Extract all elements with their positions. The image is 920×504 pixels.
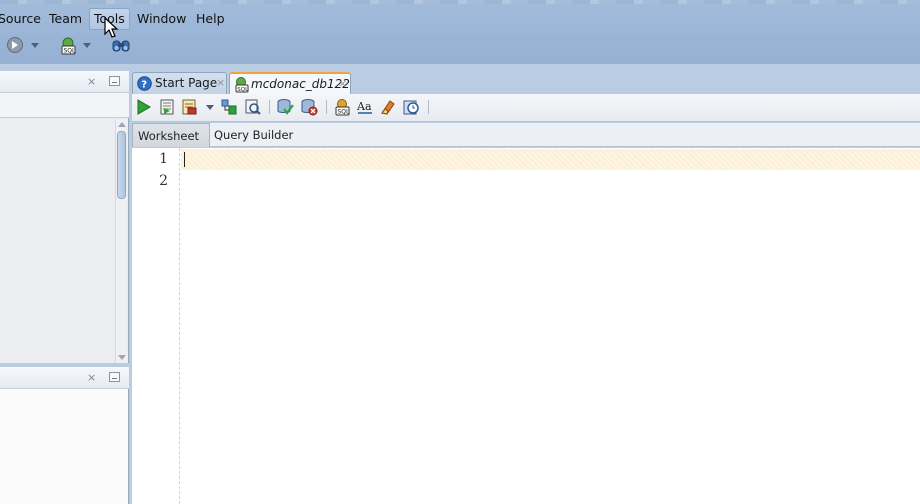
current-line-highlight: [181, 149, 920, 170]
toolbar-separator: [326, 100, 327, 114]
worksheet-subtabs: Worksheet Query Builder: [132, 123, 920, 147]
line-number: 2: [159, 173, 168, 189]
tab-close-icon[interactable]: ×: [216, 76, 225, 89]
tab-query-builder[interactable]: Query Builder: [209, 123, 298, 147]
connections-panel: ×: [0, 71, 129, 363]
sql-dropdown-arrow-icon[interactable]: [83, 43, 91, 48]
unshared-sql-icon[interactable]: SQL: [333, 98, 351, 116]
toolbar-separator: [269, 100, 270, 114]
forward-nav-icon[interactable]: [6, 36, 24, 54]
panel-scrollbar[interactable]: [115, 119, 127, 363]
scrollbar-thumb[interactable]: [117, 131, 126, 199]
panel-minimize-icon[interactable]: [109, 76, 120, 86]
forward-dropdown-arrow-icon[interactable]: [31, 43, 39, 48]
document-tab-strip: ? Start Page × SQL mcdonac_db122 ×: [131, 70, 920, 94]
format-case-icon[interactable]: Aa: [356, 98, 374, 116]
tab-label: Start Page: [155, 76, 218, 90]
menu-source[interactable]: Source: [0, 8, 45, 30]
panel-minimize-icon[interactable]: [109, 372, 120, 382]
reports-panel: ×: [0, 367, 129, 504]
svg-text:?: ?: [141, 80, 147, 91]
autotrace-icon[interactable]: [181, 98, 199, 116]
svg-text:SQL: SQL: [338, 109, 351, 116]
run-statement-icon[interactable]: [136, 98, 152, 116]
autotrace-dropdown-arrow-icon[interactable]: [206, 105, 214, 110]
search-binoculars-icon[interactable]: [112, 37, 130, 53]
sql-worksheet-icon[interactable]: SQL: [58, 36, 78, 56]
main-window-header: Source Team Tools Window Help SQL: [0, 0, 920, 64]
svg-text:Aa: Aa: [356, 100, 372, 113]
toolbar-separator: [428, 100, 429, 114]
help-icon: ?: [137, 76, 152, 91]
clear-icon[interactable]: [379, 98, 397, 116]
menu-team[interactable]: Team: [45, 8, 86, 30]
line-number-gutter: 1 2: [132, 148, 180, 504]
tab-start-page[interactable]: ? Start Page ×: [132, 72, 227, 94]
rollback-icon[interactable]: [300, 98, 318, 116]
gutter-divider: [179, 148, 180, 504]
line-number: 1: [159, 151, 168, 167]
tab-mcdonac-db122[interactable]: SQL mcdonac_db122 ×: [229, 72, 351, 94]
text-caret: [184, 152, 185, 167]
sql-tuning-icon[interactable]: [244, 98, 262, 116]
panel-toolbar: [0, 93, 129, 118]
mouse-cursor-icon: [104, 17, 119, 38]
panel-header: ×: [0, 71, 129, 93]
title-bar-strip: [0, 0, 920, 4]
worksheet-toolbar: SQL Aa: [132, 94, 920, 122]
tab-label: mcdonac_db122: [251, 77, 350, 91]
scroll-up-arrow-icon[interactable]: [118, 122, 126, 127]
run-script-icon[interactable]: [159, 98, 175, 116]
panel-close-icon[interactable]: ×: [87, 371, 96, 384]
sql-connection-icon: SQL: [235, 77, 249, 93]
menu-window[interactable]: Window: [133, 8, 190, 30]
menu-bar: Source Team Tools Window Help: [0, 6, 920, 30]
tab-worksheet[interactable]: Worksheet: [132, 123, 210, 147]
history-icon[interactable]: [402, 98, 420, 116]
scroll-down-arrow-icon[interactable]: [118, 355, 126, 360]
sql-editor[interactable]: 1 2: [132, 148, 920, 504]
panel-header: ×: [0, 367, 129, 389]
menu-help[interactable]: Help: [192, 8, 229, 30]
explain-plan-icon[interactable]: [220, 98, 238, 116]
tab-close-icon[interactable]: ×: [338, 77, 347, 90]
svg-text:SQL: SQL: [64, 48, 77, 55]
panel-close-icon[interactable]: ×: [87, 75, 96, 88]
svg-text:SQL: SQL: [237, 87, 249, 93]
commit-icon[interactable]: [276, 98, 294, 116]
